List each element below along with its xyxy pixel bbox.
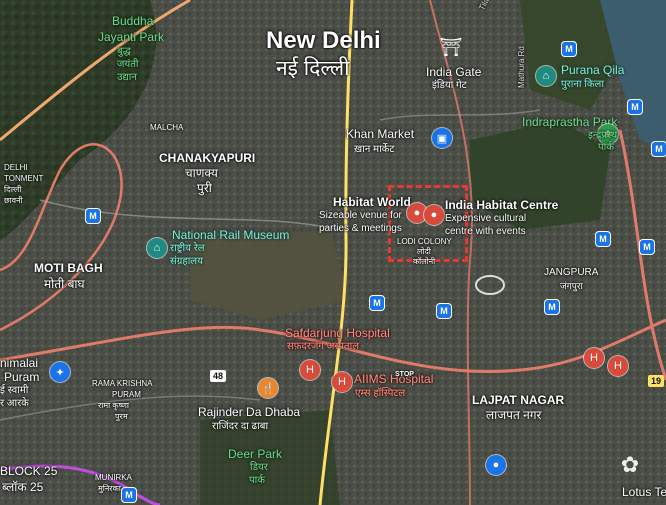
- museum-icon[interactable]: ⌂: [536, 66, 556, 86]
- place-label: राजिंदर दा ढाबा: [212, 421, 269, 432]
- location-pin-icon[interactable]: ●: [486, 455, 506, 475]
- place-label[interactable]: Safdarjung Hospital: [285, 327, 390, 340]
- restaurant-icon[interactable]: 🍴: [258, 378, 278, 398]
- place-label: एम्स हॉस्पिटल: [355, 388, 406, 399]
- road-label: Mathura Rd: [517, 46, 526, 88]
- hospital-icon[interactable]: H: [332, 372, 352, 392]
- place-label: इन्द्रप्रस्थ: [588, 130, 618, 141]
- place-label-desc: Expensive cultural: [445, 213, 527, 224]
- highway-shield: 48: [210, 370, 227, 382]
- place-label: लाजपत नगर: [486, 408, 542, 422]
- place-label: पुरम: [115, 412, 128, 421]
- highway-shield: 19: [648, 375, 665, 387]
- place-label: पुराना किला: [561, 79, 604, 90]
- place-label[interactable]: India Habitat Centre: [445, 199, 558, 212]
- place-label: पुरी: [197, 181, 212, 195]
- location-pin-icon[interactable]: ✦: [50, 362, 70, 382]
- city-label-en: New Delhi: [266, 27, 381, 54]
- place-label: छावनी: [4, 196, 23, 205]
- place-label: संग्रहालय: [170, 256, 203, 267]
- museum-icon[interactable]: ⌂: [147, 238, 167, 258]
- metro-icon[interactable]: M: [437, 304, 451, 318]
- place-label[interactable]: Purana Qila: [561, 64, 624, 77]
- place-label: उद्यान: [117, 72, 137, 83]
- place-label: लोदी: [417, 247, 431, 256]
- metro-icon[interactable]: M: [122, 488, 136, 502]
- metro-icon[interactable]: M: [86, 209, 100, 223]
- satellite-map[interactable]: New Delhi नई दिल्ली Buddha Jayanti Park …: [0, 0, 666, 505]
- place-label[interactable]: Rajinder Da Dhaba: [198, 406, 300, 419]
- place-label: ख़ान मार्केट: [354, 144, 395, 155]
- place-label-desc: parties & meetings: [319, 223, 402, 234]
- place-label[interactable]: Puram: [4, 371, 39, 384]
- place-label: चाणक्य: [185, 166, 218, 180]
- place-label: सफ़दरजंग अस्पताल: [287, 341, 359, 352]
- place-label[interactable]: RAMA KRISHNA: [92, 379, 152, 388]
- metro-icon[interactable]: M: [628, 100, 642, 114]
- metro-icon[interactable]: M: [652, 142, 666, 156]
- place-label: डियर: [250, 462, 268, 473]
- place-label: इंडिया गेट: [432, 80, 467, 91]
- place-label: मुनिरका: [98, 484, 121, 493]
- place-label[interactable]: National Rail Museum: [172, 229, 289, 242]
- place-label[interactable]: LAJPAT NAGAR: [472, 394, 564, 407]
- place-label[interactable]: MOTI BAGH: [34, 262, 103, 275]
- place-label[interactable]: Deer Park: [228, 448, 282, 461]
- place-label: मोती बाघ: [44, 277, 85, 291]
- place-label[interactable]: PURAM: [112, 390, 141, 399]
- place-label[interactable]: JANGPURA: [544, 267, 598, 279]
- metro-icon[interactable]: M: [562, 42, 576, 56]
- place-label-desc: centre with events: [445, 226, 526, 237]
- place-label[interactable]: MALCHA: [150, 123, 183, 132]
- place-label[interactable]: Lotus Tem: [622, 486, 666, 499]
- location-pin-icon[interactable]: ●: [424, 205, 444, 225]
- metro-icon[interactable]: M: [545, 300, 559, 314]
- hospital-icon[interactable]: H: [608, 356, 628, 376]
- place-label[interactable]: Khan Market: [346, 128, 414, 141]
- shopping-bag-icon[interactable]: ▣: [432, 128, 452, 148]
- hospital-icon[interactable]: H: [300, 360, 320, 380]
- place-label-desc: Sizeable venue for: [319, 210, 402, 221]
- hospital-icon[interactable]: H: [584, 348, 604, 368]
- metro-icon[interactable]: M: [596, 232, 610, 246]
- place-label: ई स्वामी: [0, 385, 29, 396]
- place-label[interactable]: nimalai: [0, 357, 38, 370]
- place-label: दिल्ली: [4, 185, 22, 194]
- place-label: जयंती: [117, 59, 139, 70]
- place-label[interactable]: AIIMS Hospital: [354, 373, 433, 386]
- place-label[interactable]: Buddha: [112, 15, 153, 28]
- stop-label: STOP: [395, 371, 414, 378]
- place-label: ब्लॉक 25: [2, 480, 44, 494]
- place-label: रामा कृष्णा: [98, 401, 129, 410]
- temple-icon[interactable]: ✿: [620, 452, 640, 477]
- place-label[interactable]: India Gate: [426, 66, 481, 79]
- place-label: जंगपुरा: [560, 281, 583, 291]
- place-label[interactable]: TONMENT: [4, 174, 43, 183]
- place-label[interactable]: MUNIRKA: [95, 473, 132, 482]
- city-label-hi: नई दिल्ली: [276, 57, 350, 80]
- place-label[interactable]: DELHI: [4, 163, 28, 172]
- place-label: र आरके: [0, 398, 29, 409]
- place-label: कॉलोनी: [413, 257, 436, 266]
- place-label: पार्क: [598, 142, 614, 153]
- monument-icon[interactable]: ⛩: [440, 37, 463, 57]
- place-label[interactable]: LODI COLONY: [397, 237, 452, 246]
- metro-icon[interactable]: M: [370, 296, 384, 310]
- place-label: बुद्ध: [117, 46, 131, 57]
- place-label: पार्क: [249, 475, 265, 486]
- place-label[interactable]: BLOCK 25: [0, 465, 57, 478]
- metro-icon[interactable]: M: [640, 240, 654, 254]
- place-label[interactable]: CHANAKYAPURI: [159, 152, 255, 165]
- place-label: राष्ट्रीय रेल: [170, 243, 205, 254]
- place-label[interactable]: Habitat World: [333, 196, 411, 209]
- place-label[interactable]: Jayanti Park: [98, 31, 164, 44]
